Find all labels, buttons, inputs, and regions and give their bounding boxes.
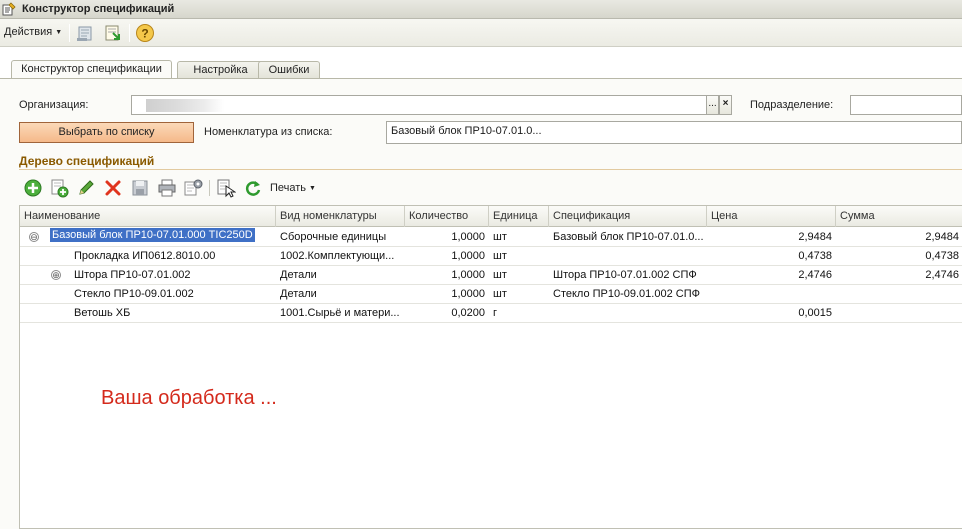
row-price [707, 285, 836, 304]
col-header-quantity[interactable]: Количество [405, 206, 489, 227]
row-kind: Детали [280, 269, 317, 281]
spec-tree-table: Наименование Вид номенклатуры Количество… [19, 205, 962, 529]
row-quantity: 1,0000 [451, 288, 485, 300]
help-icon[interactable]: ? [134, 23, 156, 43]
col-header-price[interactable]: Цена [707, 206, 836, 227]
spec-tree-title: Дерево спецификаций [19, 154, 155, 168]
main-toolbar: Действия ▼ ? [0, 19, 962, 47]
tab-settings[interactable]: Настройка [177, 61, 264, 79]
row-kind: Детали [280, 288, 317, 300]
col-header-sum[interactable]: Сумма [836, 206, 962, 227]
table-row[interactable]: ⊕ Штора ПР10-07.01.002 Детали 1,0000 шт … [20, 266, 962, 285]
row-unit: шт [493, 269, 507, 281]
row-sum [836, 285, 962, 304]
print-menu[interactable]: Печать ▼ [270, 182, 316, 194]
row-quantity: 1,0000 [451, 231, 485, 243]
actions-menu-label: Действия [4, 26, 53, 38]
row-sum: 0,4738 [925, 250, 959, 262]
row-name: Ветошь ХБ [74, 307, 131, 319]
tree-toolbar: Печать ▼ [19, 176, 962, 200]
row-unit: г [493, 307, 498, 319]
row-specification: Стекло ПР10-09.01.002 СПФ [553, 288, 700, 300]
tab-specification-builder[interactable]: Конструктор спецификации [11, 60, 172, 80]
toolbar-separator [129, 24, 130, 42]
add-icon[interactable] [23, 178, 43, 198]
row-specification: Штора ПР10-07.01.002 СПФ [553, 269, 697, 281]
export-document-icon[interactable] [75, 23, 97, 43]
delete-icon[interactable] [103, 178, 123, 198]
row-specification [549, 247, 707, 266]
subdivision-field[interactable] [850, 95, 962, 115]
refresh-icon[interactable] [243, 178, 263, 198]
print-preview-icon[interactable] [157, 178, 177, 198]
table-row[interactable]: ⊖ Базовый блок ПР10-07.01.000 TIC250D Сб… [20, 228, 962, 247]
nomenclature-label: Номенклатура из списка: [204, 126, 333, 138]
row-price: 0,0015 [798, 307, 832, 319]
row-quantity: 1,0000 [451, 250, 485, 262]
print-menu-label: Печать [270, 182, 307, 194]
select-from-list-button[interactable]: Выбрать по списку [19, 122, 194, 143]
table-header: Наименование Вид номенклатуры Количество… [20, 206, 962, 227]
row-quantity: 1,0000 [451, 269, 485, 281]
add-group-icon[interactable] [49, 178, 69, 198]
row-unit: шт [493, 231, 507, 243]
subdivision-label: Подразделение: [750, 99, 834, 111]
organization-clear-button[interactable]: × [719, 95, 732, 115]
organization-field[interactable] [131, 95, 707, 115]
tab-errors[interactable]: Ошибки [258, 61, 320, 79]
row-kind: 1002.Комплектующи... [280, 250, 395, 262]
organization-label: Организация: [19, 99, 89, 111]
row-price: 0,4738 [798, 250, 832, 262]
row-sum: 2,9484 [925, 231, 959, 243]
expand-icon[interactable]: ⊕ [51, 270, 61, 280]
toolbar-separator [69, 24, 70, 42]
row-specification [549, 304, 707, 323]
import-document-icon[interactable] [103, 23, 125, 43]
row-sum [836, 304, 962, 323]
dropdown-caret-icon: ▼ [55, 29, 63, 36]
svg-text:?: ? [141, 27, 148, 41]
row-name-cell[interactable]: Базовый блок ПР10-07.01.000 TIC250D [46, 228, 276, 247]
save-icon[interactable] [130, 178, 150, 198]
row-specification: Базовый блок ПР10-07.01.0... [553, 231, 704, 243]
row-unit: шт [493, 250, 507, 262]
select-cursor-icon[interactable] [216, 178, 237, 198]
table-row[interactable]: Стекло ПР10-09.01.002 Детали 1,0000 шт С… [20, 285, 962, 304]
dropdown-caret-icon: ▼ [309, 185, 316, 192]
row-price: 2,4746 [798, 269, 832, 281]
col-header-kind[interactable]: Вид номенклатуры [276, 206, 405, 227]
row-kind: Сборочные единицы [280, 231, 387, 243]
annotation-text: Ваша обработка ... [101, 387, 277, 409]
table-row[interactable]: Ветошь ХБ 1001.Сырьё и матери... 0,0200 … [20, 304, 962, 323]
toolbar-separator [209, 180, 210, 196]
redacted-value [146, 99, 224, 112]
row-name: Базовый блок ПР10-07.01.000 TIC250D [50, 228, 255, 242]
col-header-name[interactable]: Наименование [20, 206, 276, 227]
section-divider [19, 169, 962, 170]
row-quantity: 0,0200 [451, 307, 485, 319]
actions-menu[interactable]: Действия ▼ [4, 26, 62, 38]
table-row[interactable]: Прокладка ИП0612.8010.00 1002.Комплектую… [20, 247, 962, 266]
settings-icon[interactable] [183, 178, 203, 198]
organization-select-button[interactable]: ... [706, 95, 719, 115]
row-name: Прокладка ИП0612.8010.00 [74, 250, 216, 262]
col-header-specification[interactable]: Спецификация [549, 206, 707, 227]
edit-icon[interactable] [76, 178, 96, 198]
nomenclature-field[interactable]: Базовый блок ПР10-07.01.0... [386, 121, 962, 144]
row-price: 2,9484 [798, 231, 832, 243]
row-kind: 1001.Сырьё и матери... [280, 307, 400, 319]
row-unit: шт [493, 288, 507, 300]
row-sum: 2,4746 [925, 269, 959, 281]
col-header-unit[interactable]: Единица [489, 206, 549, 227]
app-icon [2, 2, 16, 16]
row-name: Штора ПР10-07.01.002 [74, 269, 191, 281]
window-titlebar: Конструктор спецификаций [0, 0, 962, 19]
row-name: Стекло ПР10-09.01.002 [74, 288, 194, 300]
collapse-icon[interactable]: ⊖ [29, 232, 39, 242]
window-title: Конструктор спецификаций [22, 3, 175, 15]
